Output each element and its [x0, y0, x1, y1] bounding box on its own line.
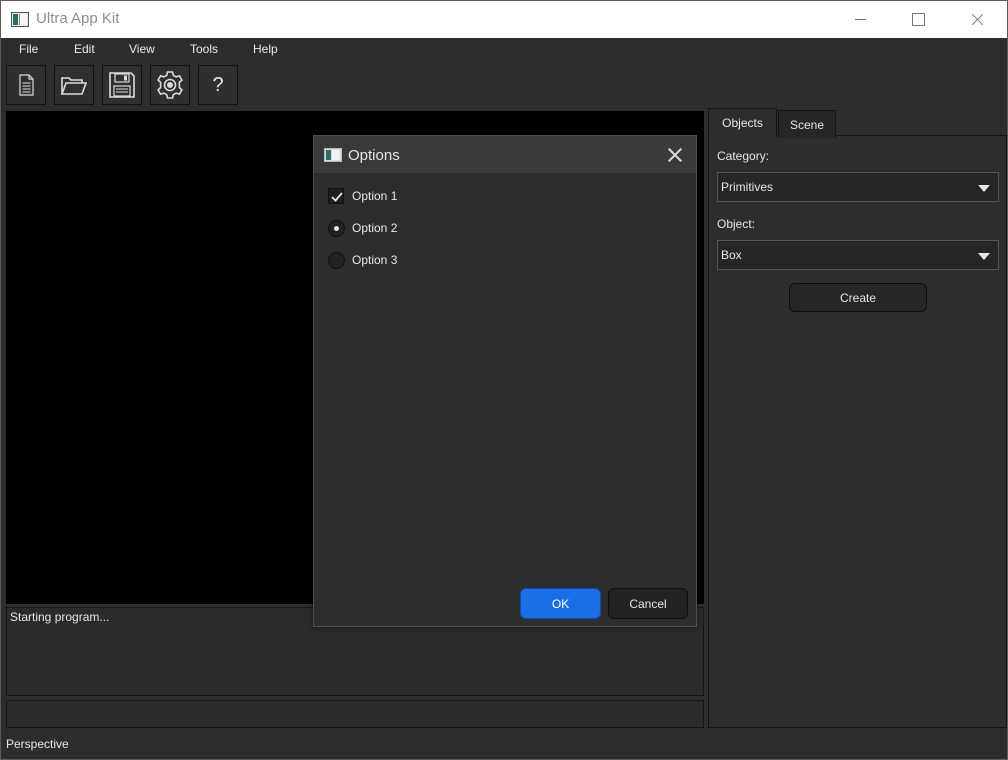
options-dialog: Options Option 1 Option 2 Option 3 OK Ca…	[313, 135, 697, 627]
checkbox-checked[interactable]	[328, 188, 344, 204]
help-icon: ?	[212, 74, 224, 96]
object-label: Object:	[717, 217, 756, 231]
settings-button[interactable]	[150, 65, 190, 105]
minimize-button[interactable]	[831, 1, 889, 38]
menu-edit[interactable]: Edit	[74, 42, 95, 56]
tab-objects[interactable]: Objects	[708, 108, 777, 137]
open-folder-icon	[60, 77, 88, 95]
app-window: Ultra App Kit File Edit View Tools Help	[0, 0, 1008, 760]
dialog-app-icon	[324, 148, 342, 162]
menu-tools[interactable]: Tools	[190, 42, 218, 56]
cancel-button[interactable]: Cancel	[608, 588, 688, 619]
maximize-button[interactable]	[889, 1, 947, 38]
dialog-title: Options	[348, 147, 400, 164]
ok-button[interactable]: OK	[520, 588, 601, 619]
window-title: Ultra App Kit	[36, 10, 120, 27]
menu-file[interactable]: File	[19, 42, 38, 56]
app-icon	[11, 12, 29, 27]
settings-gear-icon	[157, 71, 183, 99]
help-button[interactable]: ?	[198, 65, 238, 105]
menu-help[interactable]: Help	[253, 42, 278, 56]
object-dropdown[interactable]: Box	[717, 240, 999, 270]
option-3-label: Option 3	[352, 253, 398, 267]
save-button[interactable]	[102, 65, 142, 105]
dialog-title-bar: Options	[314, 136, 696, 173]
category-dropdown[interactable]: Primitives	[717, 172, 999, 202]
chevron-down-icon	[978, 253, 990, 260]
close-icon[interactable]	[664, 144, 686, 166]
close-window-button[interactable]	[947, 1, 1005, 38]
save-icon	[109, 72, 135, 98]
title-bar: Ultra App Kit	[1, 1, 1007, 38]
create-button[interactable]: Create	[789, 283, 927, 312]
menu-view[interactable]: View	[129, 42, 155, 56]
option-1-label: Option 1	[352, 189, 398, 203]
status-text: Perspective	[6, 737, 69, 751]
chevron-down-icon	[978, 185, 990, 192]
category-value: Primitives	[721, 180, 774, 194]
new-file-button[interactable]	[6, 65, 46, 105]
object-value: Box	[721, 248, 742, 262]
menu-bar: File Edit View Tools Help	[1, 38, 1007, 62]
new-file-icon	[19, 74, 34, 96]
open-folder-button[interactable]	[54, 65, 94, 105]
console-input[interactable]	[6, 700, 704, 728]
radio-selected[interactable]	[328, 220, 345, 237]
option-2-label: Option 2	[352, 221, 398, 235]
checkmark-icon	[331, 192, 343, 202]
category-label: Category:	[717, 149, 770, 163]
console-text: Starting program...	[10, 610, 110, 624]
radio-unselected[interactable]	[328, 252, 345, 269]
tab-scene[interactable]: Scene	[778, 110, 836, 138]
